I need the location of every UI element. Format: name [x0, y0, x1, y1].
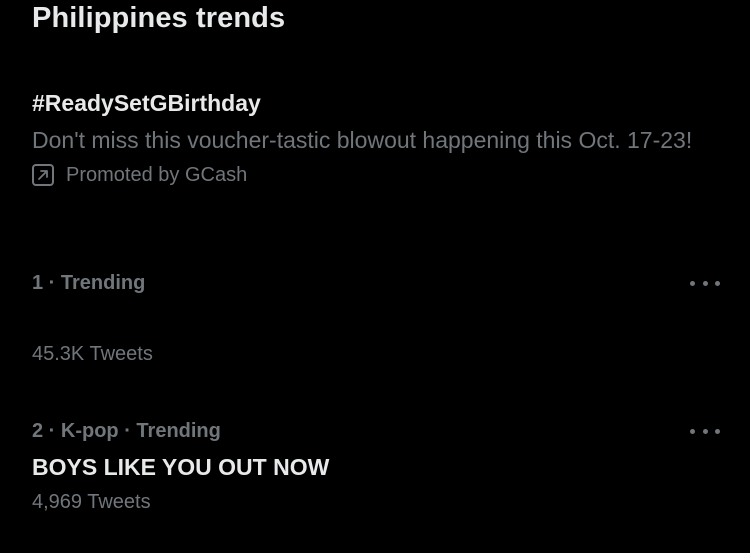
trend-name[interactable]	[32, 304, 720, 334]
promoted-description: Don't miss this voucher-tastic blowout h…	[32, 127, 693, 153]
page-title: Philippines trends	[32, 2, 286, 34]
promoted-trend[interactable]: #ReadySetGBirthday Don't miss this vouch…	[32, 88, 722, 188]
more-dots-icon[interactable]	[690, 428, 720, 434]
trend-item-2[interactable]: 2 · K-pop · Trending BOYS LIKE YOU OUT N…	[32, 418, 720, 515]
promoted-by-label: Promoted by GCash	[66, 164, 248, 186]
promoted-by-row: Promoted by GCash	[32, 162, 722, 188]
trend-item-1[interactable]: 1 · Trending 45.3K Tweets	[32, 270, 720, 367]
trend-meta: 2 · K-pop · Trending	[32, 420, 221, 442]
more-dots-icon[interactable]	[690, 280, 720, 286]
promoted-arrow-icon	[32, 164, 54, 186]
promoted-hashtag[interactable]: #ReadySetGBirthday	[32, 88, 722, 118]
trend-meta: 1 · Trending	[32, 272, 146, 294]
trend-tweet-count: 45.3K Tweets	[32, 343, 153, 365]
trend-tweet-count: 4,969 Tweets	[32, 491, 151, 513]
trend-name[interactable]: BOYS LIKE YOU OUT NOW	[32, 452, 720, 482]
